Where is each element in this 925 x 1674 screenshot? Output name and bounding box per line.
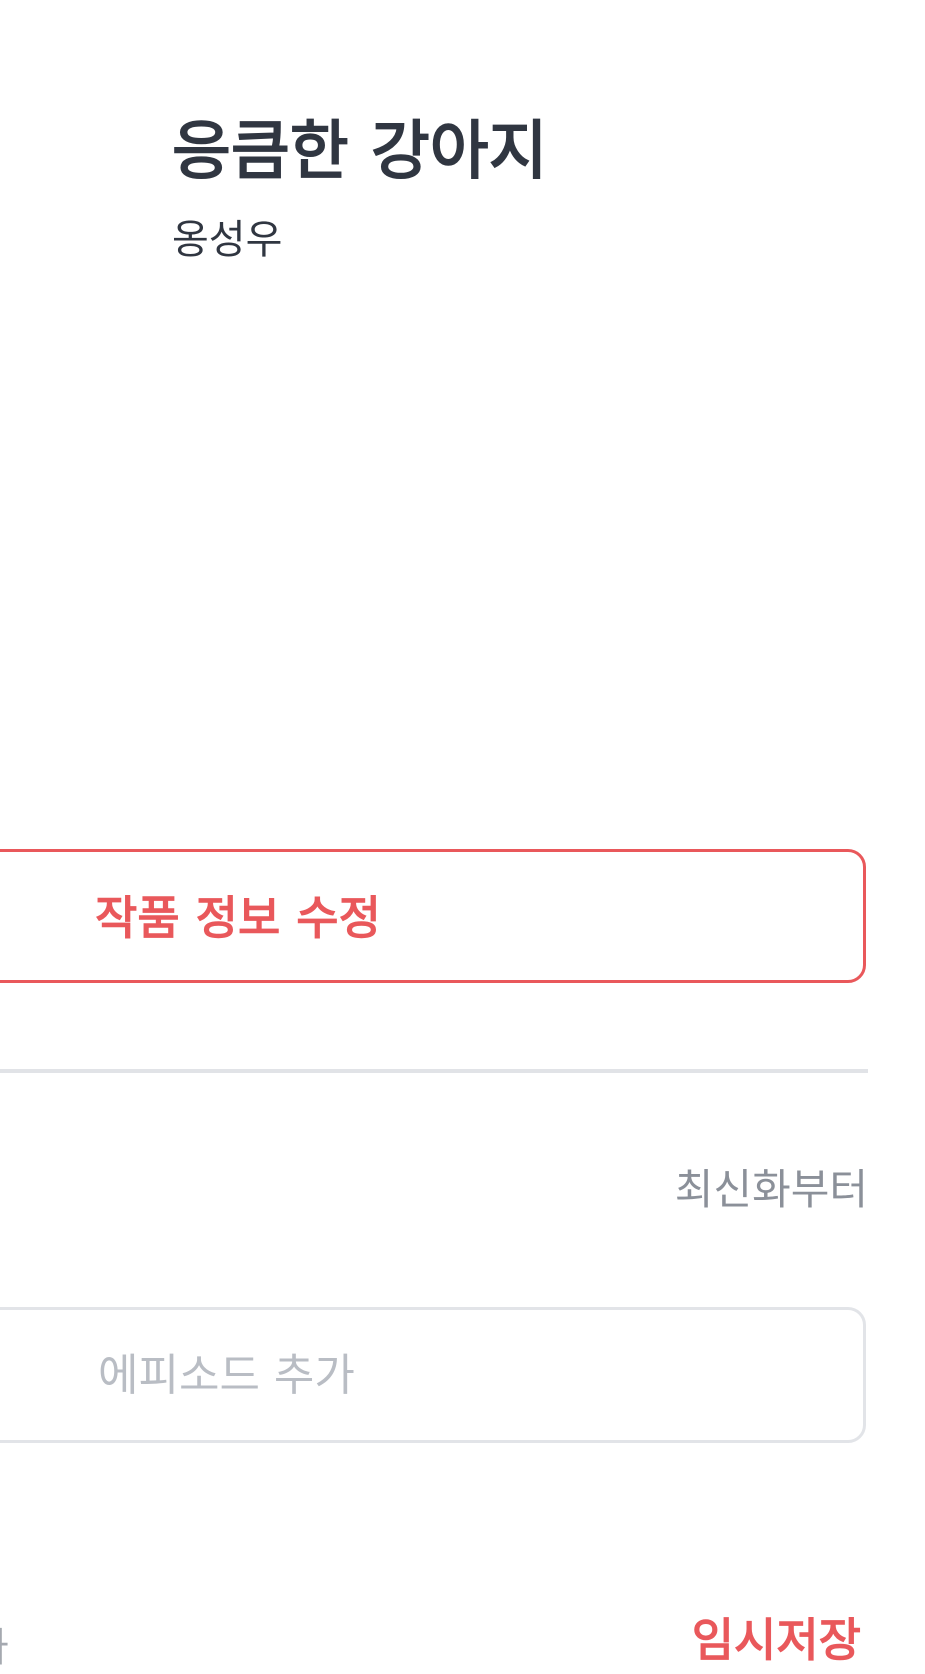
- work-title: 응큼한 강아지: [172, 115, 548, 189]
- add-episode-button[interactable]: 에피소드 추가: [0, 1307, 866, 1443]
- section-divider: [0, 1069, 868, 1073]
- add-episode-label: 에피소드 추가: [98, 1350, 355, 1401]
- edit-work-info-label: 작품 정보 수정: [95, 891, 381, 945]
- sort-order-toggle[interactable]: 최신화부터: [675, 1162, 868, 1218]
- list-item-label-cut-off: 가: [0, 1622, 9, 1674]
- edit-work-info-button[interactable]: 작품 정보 수정: [0, 849, 866, 983]
- draft-link-cut-off[interactable]: 임시저장: [692, 1612, 861, 1668]
- work-author: 옹성우: [172, 217, 283, 263]
